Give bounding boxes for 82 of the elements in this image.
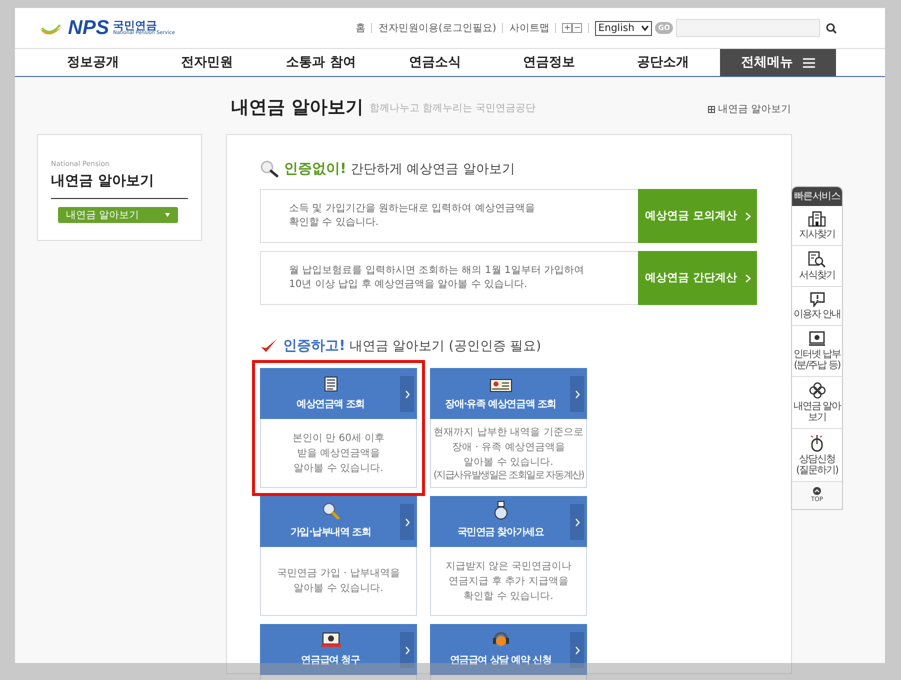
panel-title: 내연금 알아보기	[51, 171, 188, 199]
card-title: 가입·납부내역 조회	[290, 526, 371, 540]
nav-menu-item[interactable]: 연금정보	[492, 49, 606, 76]
font-size-button[interactable]: +	[562, 23, 572, 33]
quick-service-title: 빠른서비스	[792, 187, 842, 206]
chevron-right-icon	[745, 274, 751, 282]
quick-service-item[interactable]: 인터넷 납부 (분/주납 등)	[792, 326, 842, 377]
search-field[interactable]	[676, 19, 820, 37]
card-title: 장애·유족 예상연금액 조회	[445, 398, 556, 412]
check-mark-icon	[260, 338, 278, 354]
card-description: 현재까지 납부한 내역을 기준으로 장애 · 유족 예상연금액을 알아볼 수 있습니다.	[434, 426, 584, 470]
card-title: 연금급여 청구	[301, 654, 360, 668]
search-icon	[826, 22, 837, 34]
language-select[interactable]: English	[595, 20, 652, 36]
nav-menu-item[interactable]: 공단소개	[606, 49, 720, 76]
card-icon	[492, 630, 510, 648]
card-icon	[490, 379, 512, 392]
menu-icon	[803, 58, 815, 68]
nav-menu-item[interactable]: 소통과 참여	[264, 49, 378, 76]
nav-menu-item[interactable]: 정보공개	[36, 49, 150, 76]
section-heading: 인증하고! 내연금 알아보기 (공인인증 필요)	[283, 336, 542, 356]
row-description: 소득 및 가입기간을 원하는대로 입력하여 예상연금액을 확인할 수 있습니다.	[288, 202, 536, 230]
page-title: 내연금 알아보기	[231, 97, 364, 119]
chevron-up-icon	[813, 487, 821, 495]
quick-service-icon	[810, 292, 824, 307]
chevron-right-icon	[745, 212, 751, 220]
font-size-button[interactable]: −	[572, 23, 582, 33]
all-menu-button[interactable]: 전체메뉴	[720, 49, 836, 76]
quick-service-item[interactable]: 내연금 알아보기	[792, 377, 842, 429]
card-icon	[320, 632, 340, 648]
card-icon	[324, 376, 338, 392]
search-button[interactable]	[826, 22, 837, 34]
card-arrow-button[interactable]	[570, 376, 584, 412]
chevron-right-icon	[574, 646, 580, 654]
card-note: (지급사유발생일은 조회일로 자동계산)	[433, 470, 584, 482]
card-icon	[494, 501, 508, 520]
card-title: 국민연금 찾아가세요	[457, 526, 544, 540]
row-description: 월 납입보험료를 입력하시면 조회하는 해의 1월 1일부터 가입하여 10년 이상 납입 후 예상연금액을 알아볼 수 있습니다.	[288, 264, 585, 292]
section-heading: 인증없이! 간단하게 예상연금 알아보기	[284, 160, 515, 178]
service-card[interactable]: 연금급여 청구	[260, 624, 417, 680]
quick-service-icon	[808, 251, 826, 268]
card-description: 지급받지 않은 국민연금이나 연금지급 후 추가 지급액을 확인할 수 있습니다.	[445, 560, 572, 604]
service-card[interactable]: 연금급여 상담 예약 신청	[430, 624, 587, 680]
card-description: 본인이 만 60세 이후 받을 예상연금액을 알아볼 수 있습니다.	[292, 432, 385, 476]
card-arrow-button[interactable]	[400, 376, 414, 412]
quick-service-item[interactable]: 서식찾기	[792, 246, 842, 287]
top-link[interactable]: 홈	[355, 20, 366, 36]
chevron-right-icon	[574, 518, 580, 526]
home-grid-icon	[708, 106, 715, 113]
breadcrumb-item[interactable]: 내연금 알아보기	[718, 102, 791, 117]
quick-service-item[interactable]: 지사찾기	[792, 206, 842, 246]
card-arrow-button[interactable]	[400, 504, 414, 540]
card-title: 예상연금액 조회	[296, 398, 364, 412]
service-card[interactable]: 예상연금액 조회 본인이 만 60세 이후 받을 예상연금액을 알아볼 수 있습니다.	[260, 368, 417, 488]
card-icon	[322, 502, 340, 520]
dropdown-caret-icon	[641, 25, 650, 31]
card-title: 연금급여 상담 예약 신청	[450, 654, 552, 668]
card-description: 국민연금 가입 · 납부내역을 알아볼 수 있습니다.	[277, 567, 400, 596]
top-link[interactable]: 사이트맵	[509, 20, 550, 36]
caret-icon	[165, 213, 170, 217]
nav-menu-item[interactable]: 전자민원	[150, 49, 264, 76]
chevron-right-icon	[404, 390, 410, 398]
chevron-right-icon	[404, 646, 410, 654]
top-link[interactable]: 전자민원이용(로그인필요)	[378, 20, 496, 36]
service-card[interactable]: 국민연금 찾아가세요 지급받지 않은 국민연금이나 연금지급 후 추가 지급액을 확인할 수 있습니다.	[430, 496, 587, 616]
card-arrow-button[interactable]	[570, 504, 584, 540]
logo-mark: NPS	[68, 18, 110, 38]
card-arrow-button[interactable]	[400, 632, 414, 668]
page-subtitle: 함께나누고 함께누리는 국민연금공단	[369, 102, 536, 116]
quick-service-icon	[810, 434, 824, 452]
chevron-right-icon	[404, 518, 410, 526]
nav-menu-item[interactable]: 연금소식	[378, 49, 492, 76]
logo-name: 국민연금	[113, 20, 158, 31]
card-arrow-button[interactable]	[570, 632, 584, 668]
service-card[interactable]: 가입·납부내역 조회 국민연금 가입 · 납부내역을 알아볼 수 있습니다.	[260, 496, 417, 616]
quick-service-item[interactable]: 이용자 안내	[792, 287, 842, 326]
quick-service-icon	[809, 331, 825, 347]
quick-service-icon	[808, 382, 826, 399]
quick-service-icon	[808, 211, 826, 227]
service-card[interactable]: 장애·유족 예상연금액 조회 현재까지 납부한 내역을 기준으로 장애 · 유족 예상연금액을 알아볼 수 있습니다. (지급사유발생일은 조회일로 자동계산)	[430, 368, 587, 488]
magnifier-icon	[260, 160, 279, 178]
chevron-right-icon	[574, 390, 580, 398]
